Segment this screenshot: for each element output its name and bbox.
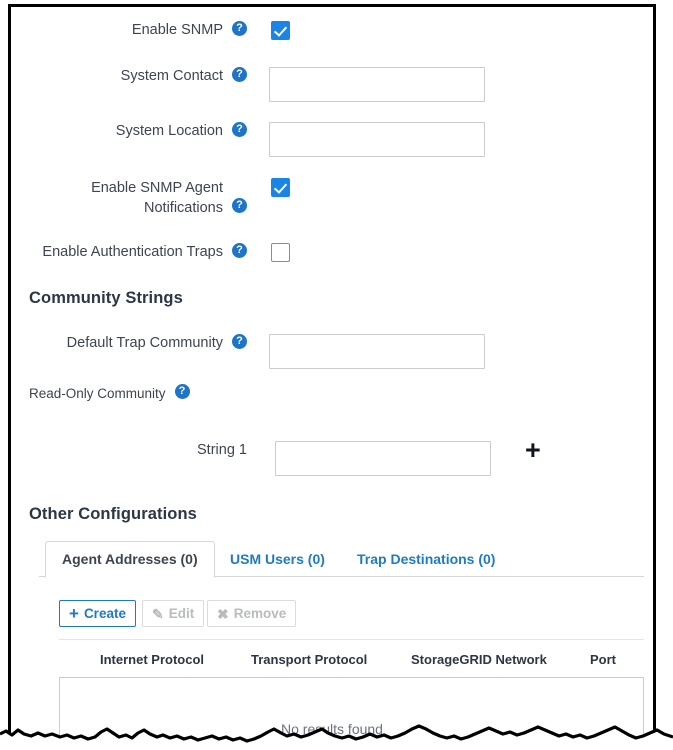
table-empty-message: No results found: [11, 721, 653, 737]
help-icon[interactable]: [232, 21, 247, 36]
section-heading-community-strings: Community Strings: [29, 289, 183, 308]
create-button[interactable]: + Create: [59, 600, 136, 627]
checkbox-enable-authentication-traps[interactable]: [271, 243, 290, 262]
remove-button[interactable]: ✖ Remove: [207, 600, 296, 627]
field-row-system-contact: System Contact: [11, 67, 485, 102]
help-icon[interactable]: [232, 67, 247, 82]
checkbox-enable-snmp[interactable]: [271, 21, 290, 40]
column-header-internet-protocol[interactable]: Internet Protocol: [100, 652, 204, 667]
label-system-contact: System Contact: [11, 67, 223, 86]
help-icon[interactable]: [232, 334, 247, 349]
label-system-location: System Location: [11, 122, 223, 141]
label-default-trap-community: Default Trap Community: [11, 334, 223, 353]
edit-button[interactable]: ✎ Edit: [142, 600, 204, 627]
label-read-only-community: Read-Only Community: [29, 384, 166, 403]
remove-button-label: Remove: [234, 606, 287, 621]
field-row-string-1: String 1: [11, 441, 491, 476]
tab-trap-destinations[interactable]: Trap Destinations (0): [357, 541, 495, 577]
pencil-icon: ✎: [152, 607, 164, 621]
toolbar-divider: [59, 639, 644, 640]
tab-agent-addresses[interactable]: Agent Addresses (0): [45, 541, 215, 578]
field-row-read-only-community: Read-Only Community: [29, 384, 190, 403]
create-button-label: Create: [84, 606, 126, 621]
help-icon[interactable]: [232, 198, 247, 213]
screenshot-frame: Enable SNMP System Contact System Locati…: [8, 4, 656, 748]
label-enable-snmp: Enable SNMP: [11, 21, 223, 40]
label-string-1: String 1: [11, 441, 247, 460]
add-community-string-button[interactable]: +: [525, 437, 541, 464]
help-icon[interactable]: [232, 122, 247, 137]
cross-icon: ✖: [217, 607, 229, 621]
help-icon[interactable]: [232, 243, 247, 258]
table-body: [59, 677, 644, 748]
field-row-default-trap-community: Default Trap Community: [11, 334, 485, 369]
column-header-transport-protocol[interactable]: Transport Protocol: [251, 652, 367, 667]
column-header-storagegrid-network[interactable]: StorageGRID Network: [411, 652, 547, 667]
tab-strip: Agent Addresses (0) USM Users (0) Trap D…: [39, 541, 644, 576]
field-row-enable-authentication-traps: Enable Authentication Traps: [11, 243, 290, 262]
field-row-enable-snmp-agent-notifications: Enable SNMP Agent Notifications: [11, 178, 290, 218]
tab-usm-users[interactable]: USM Users (0): [230, 541, 325, 577]
field-row-enable-snmp: Enable SNMP: [11, 21, 290, 40]
help-icon[interactable]: [175, 384, 190, 399]
checkbox-enable-snmp-agent-notifications[interactable]: [271, 178, 290, 197]
column-header-port[interactable]: Port: [590, 652, 616, 667]
plus-icon: +: [69, 605, 79, 622]
label-enable-snmp-agent-notifications: Enable SNMP Agent Notifications: [11, 178, 223, 218]
system-contact-input[interactable]: [269, 67, 485, 102]
field-row-system-location: System Location: [11, 122, 485, 157]
default-trap-community-input[interactable]: [269, 334, 485, 369]
snmp-settings-panel: Enable SNMP System Contact System Locati…: [11, 7, 653, 748]
label-enable-authentication-traps: Enable Authentication Traps: [11, 243, 223, 262]
section-heading-other-configurations: Other Configurations: [29, 505, 197, 524]
string-1-input[interactable]: [275, 441, 491, 476]
edit-button-label: Edit: [169, 606, 195, 621]
system-location-input[interactable]: [269, 122, 485, 157]
